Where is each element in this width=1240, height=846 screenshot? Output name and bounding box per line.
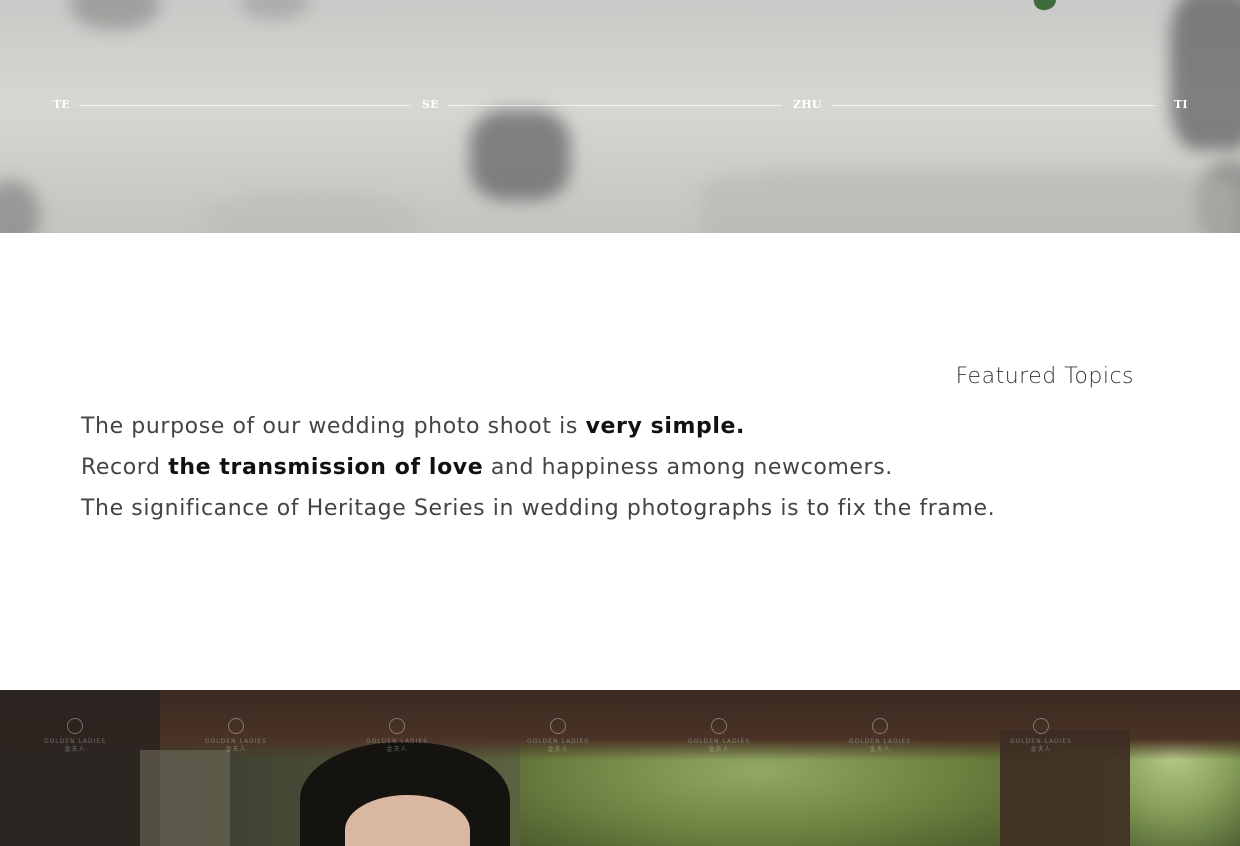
intro-line-text: and happiness among newcomers.: [483, 455, 893, 480]
watermark-subtext: 金夫人: [225, 746, 247, 753]
watermark: GOLDEN LADIES 金夫人: [679, 718, 759, 754]
nav-item-se[interactable]: SE: [422, 98, 439, 111]
nav-item-te[interactable]: TE: [53, 98, 70, 111]
nav-divider-line: [79, 105, 411, 106]
intro-line: The purpose of our wedding photo shoot i…: [81, 410, 995, 451]
hero-blur-shape: [470, 110, 570, 200]
hero-banner-image: TE SE ZHU TI: [0, 0, 1240, 233]
watermark-subtext: 金夫人: [1030, 746, 1052, 753]
photo-light-patch: [140, 750, 230, 846]
nav-divider-line: [448, 105, 782, 106]
watermark-logo-icon: [872, 718, 888, 734]
nav-divider-line: [832, 105, 1155, 106]
hero-blur-shape: [70, 0, 160, 30]
watermark-logo-icon: [1033, 718, 1049, 734]
watermark-text: GOLDEN LADIES: [526, 738, 590, 745]
photo-wooden-post: [0, 690, 160, 846]
watermark-subtext: 金夫人: [708, 746, 730, 753]
hero-blur-shape: [200, 190, 420, 233]
watermark-subtext: 金夫人: [386, 746, 408, 753]
watermark-subtext: 金夫人: [869, 746, 891, 753]
hero-blur-shape: [240, 0, 310, 20]
watermark-text: GOLDEN LADIES: [687, 738, 751, 745]
watermark-logo-icon: [67, 718, 83, 734]
watermark-text: GOLDEN LADIES: [365, 738, 429, 745]
watermark: GOLDEN LADIES 金夫人: [357, 718, 437, 754]
watermark-subtext: 金夫人: [547, 746, 569, 753]
intro-line-text: The significance of Heritage Series in w…: [81, 496, 996, 521]
wedding-photo: GOLDEN LADIES 金夫人 GOLDEN LADIES 金夫人 GOLDEN…: [0, 690, 1240, 846]
intro-line-emphasis: very simple.: [585, 414, 746, 439]
watermark-text: GOLDEN LADIES: [204, 738, 268, 745]
watermark-logo-icon: [389, 718, 405, 734]
watermark-logo-icon: [228, 718, 244, 734]
intro-line: The significance of Heritage Series in w…: [81, 492, 995, 533]
intro-line-emphasis: the transmission of love: [168, 455, 484, 480]
watermark-text: GOLDEN LADIES: [43, 738, 107, 745]
intro-text-block: The purpose of our wedding photo shoot i…: [81, 410, 995, 533]
watermark-subtext: 金夫人: [64, 746, 86, 753]
nav-item-zhu[interactable]: ZHU: [793, 98, 822, 111]
watermark: GOLDEN LADIES 金夫人: [35, 718, 115, 754]
leaf-icon: [1032, 0, 1058, 13]
watermark-logo-icon: [550, 718, 566, 734]
intro-line-text: The purpose of our wedding photo shoot i…: [81, 414, 586, 439]
watermark: GOLDEN LADIES 金夫人: [518, 718, 598, 754]
hero-blur-shape: [700, 170, 1240, 233]
nav-item-ti[interactable]: TI: [1174, 98, 1188, 111]
watermark-text: GOLDEN LADIES: [848, 738, 912, 745]
hero-blur-shape: [0, 180, 40, 233]
watermark: GOLDEN LADIES 金夫人: [840, 718, 920, 754]
intro-line: Record the transmission of love and happ…: [81, 451, 995, 492]
hero-blur-shape: [1170, 0, 1240, 150]
watermark: GOLDEN LADIES 金夫人: [196, 718, 276, 754]
watermark-logo-icon: [711, 718, 727, 734]
watermark-text: GOLDEN LADIES: [1009, 738, 1073, 745]
section-heading: Featured Topics: [955, 364, 1134, 389]
watermark: GOLDEN LADIES 金夫人: [1001, 718, 1081, 754]
intro-line-text: Record: [81, 455, 169, 480]
